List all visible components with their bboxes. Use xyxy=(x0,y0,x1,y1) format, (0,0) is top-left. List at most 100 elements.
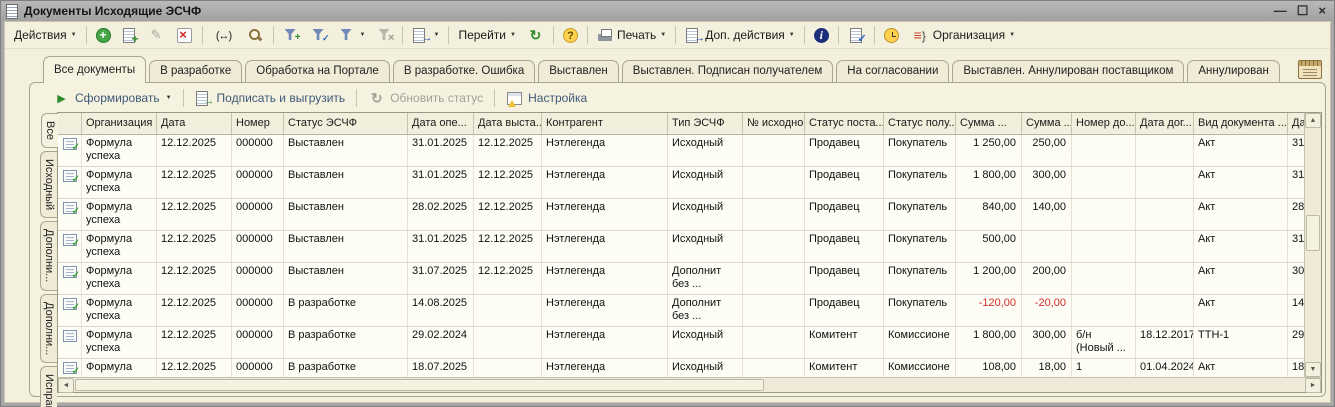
actions-button[interactable]: Действия ▼ xyxy=(9,24,82,46)
output-list-button[interactable]: ▼ xyxy=(407,24,444,46)
column-header-org[interactable]: Организация xyxy=(82,113,157,134)
document-signed-icon xyxy=(63,138,80,154)
side-tab-4[interactable]: Исправ... xyxy=(40,365,57,407)
horizontal-scroll-thumb[interactable] xyxy=(75,379,765,391)
tab-strip: Все документы В разработке Обработка на По… xyxy=(43,56,1283,83)
column-header-contragent[interactable]: Контрагент xyxy=(542,113,668,134)
cell-status_post: Продавец xyxy=(805,263,884,294)
column-header-sum1[interactable]: Сумма ... xyxy=(956,113,1022,134)
table-row-7[interactable]: Формула успеха12.12.2025000000В разработ… xyxy=(58,359,1304,377)
tab-5[interactable]: Выставлен. Подписан получателем xyxy=(621,60,834,82)
separator xyxy=(402,26,404,44)
tab-1[interactable]: В разработке xyxy=(149,60,243,82)
column-header-status_pol[interactable]: Статус полу... xyxy=(884,113,956,134)
column-header-sum2[interactable]: Сумма ... xyxy=(1022,113,1072,134)
cell-sum1: 1 200,00 xyxy=(956,263,1022,294)
scroll-up-button[interactable]: ▲ xyxy=(1305,113,1321,128)
table-row-3[interactable]: Формула успеха12.12.2025000000Выставлен3… xyxy=(58,231,1304,263)
help-button[interactable] xyxy=(558,24,583,46)
table-row-1[interactable]: Формула успеха12.12.2025000000Выставлен3… xyxy=(58,167,1304,199)
horizontal-scrollbar[interactable]: ◄ ► xyxy=(58,377,1321,393)
settings-button[interactable]: Настройка xyxy=(501,88,592,108)
column-header-date_vyst[interactable]: Дата выста... xyxy=(474,113,542,134)
scroll-right-button[interactable]: ► xyxy=(1305,378,1321,393)
delete-button[interactable] xyxy=(171,24,198,46)
cell-status_post: Комитент xyxy=(805,327,884,358)
separator xyxy=(552,26,554,44)
document-check-button[interactable] xyxy=(843,24,870,47)
scroll-left-button[interactable]: ◄ xyxy=(58,378,74,393)
side-tab-3[interactable]: Дополни... xyxy=(40,293,57,363)
separator xyxy=(356,88,358,107)
print-button[interactable]: Печать ▼ xyxy=(592,24,671,46)
column-header-da[interactable]: Да xyxy=(1288,113,1304,134)
close-button[interactable]: × xyxy=(1318,4,1326,18)
side-tab-0[interactable]: Все xyxy=(41,113,58,148)
side-tab-1[interactable]: Исходный xyxy=(40,150,57,219)
add-button[interactable] xyxy=(91,24,116,46)
set-interval-button[interactable] xyxy=(207,24,241,46)
cell-status: В разработке xyxy=(284,295,408,326)
table-row-0[interactable]: Формула успеха12.12.2025000000Выставлен3… xyxy=(58,135,1304,167)
table-row-2[interactable]: Формула успеха12.12.2025000000Выставлен2… xyxy=(58,199,1304,231)
cell-status_post: Продавец xyxy=(805,295,884,326)
tab-2[interactable]: Обработка на Портале xyxy=(245,60,390,82)
add-by-copy-button[interactable] xyxy=(117,24,142,47)
panel-content: Все Исходный Дополни... Дополни... Исправ...… xyxy=(30,112,1325,407)
document-signed-icon xyxy=(63,202,80,218)
cell-da: 29. xyxy=(1288,327,1304,358)
column-header-date_op[interactable]: Дата опе... xyxy=(408,113,474,134)
side-tab-2[interactable]: Дополни... xyxy=(40,221,57,291)
vertical-scroll-track[interactable] xyxy=(1305,128,1321,362)
table-row-6[interactable]: Формула успеха 12.12.2025 000000 В разработ… xyxy=(58,327,1304,359)
refresh-button[interactable] xyxy=(522,24,549,46)
horizontal-scroll-track[interactable] xyxy=(74,378,1305,392)
vertical-scroll-thumb[interactable] xyxy=(1306,214,1320,251)
find-by-number-button[interactable] xyxy=(242,24,269,46)
dropdown-arrow-icon: ▼ xyxy=(510,32,516,38)
cell-date_dog xyxy=(1136,263,1194,294)
cell-contragent: Нэтлегенда xyxy=(542,359,668,377)
filter-by-value-button[interactable] xyxy=(306,24,333,46)
column-header-num[interactable]: Номер xyxy=(232,113,284,134)
column-header-status_post[interactable]: Статус поста... xyxy=(805,113,884,134)
tab-4[interactable]: Выставлен xyxy=(538,60,619,82)
tab-list-button[interactable] xyxy=(1298,60,1322,79)
minimize-button[interactable]: — xyxy=(1274,4,1287,18)
tab-0[interactable]: Все документы xyxy=(43,56,147,83)
cell-da: 30. xyxy=(1288,263,1304,294)
filter-history-button[interactable]: ▼ xyxy=(334,24,371,46)
action-bar: Сформировать ▼ Подписать и выгрузить Обнови… xyxy=(30,83,1325,112)
organization-button[interactable]: Организация▼ xyxy=(905,24,1020,46)
column-header-vid[interactable]: Вид документа ... xyxy=(1194,113,1288,134)
info-button[interactable] xyxy=(809,24,834,46)
cell-status_pol: Покупатель xyxy=(884,167,956,198)
tab-3[interactable]: В разработке. Ошибка xyxy=(392,60,536,82)
tab-7[interactable]: Выставлен. Аннулирован поставщиком xyxy=(952,60,1185,82)
column-header-date[interactable]: Дата xyxy=(157,113,232,134)
scroll-down-button[interactable]: ▼ xyxy=(1305,362,1321,377)
tab-8[interactable]: Аннулирован xyxy=(1187,60,1280,82)
vertical-scrollbar[interactable]: ▲ ▼ xyxy=(1304,113,1321,377)
cell-date_vyst: 12.12.2025 xyxy=(474,167,542,198)
tab-6[interactable]: На согласовании xyxy=(836,60,950,82)
filter-settings-button[interactable] xyxy=(278,24,305,46)
sign-and-upload-button[interactable]: Подписать и выгрузить xyxy=(190,88,351,109)
table-row-4[interactable]: Формула успеха12.12.2025000000Выставлен3… xyxy=(58,263,1304,295)
document-signed-icon xyxy=(63,170,80,186)
column-header-icon[interactable] xyxy=(58,113,82,134)
generate-button[interactable]: Сформировать ▼ xyxy=(48,88,177,108)
maximize-button[interactable]: ☐ xyxy=(1297,4,1309,18)
dropdown-arrow-icon: ▼ xyxy=(70,32,77,38)
button-label: Доп. действия xyxy=(705,28,785,42)
table-row-5[interactable]: Формула успеха12.12.2025000000В разработ… xyxy=(58,295,1304,327)
table-header-row: Организация Дата Номер Статус ЭСЧФ Дата опе.… xyxy=(58,113,1304,135)
column-header-num_isx[interactable]: № исходного... xyxy=(743,113,805,134)
column-header-num_doc[interactable]: Номер до... xyxy=(1072,113,1136,134)
goto-button[interactable]: Перейти ▼ xyxy=(453,24,521,46)
history-button[interactable] xyxy=(879,24,904,46)
column-header-status[interactable]: Статус ЭСЧФ xyxy=(284,113,408,134)
column-header-date_dog[interactable]: Дата дог... xyxy=(1136,113,1194,134)
column-header-type[interactable]: Тип ЭСЧФ xyxy=(668,113,743,134)
extra-actions-button[interactable]: Доп. действия▼ xyxy=(680,24,800,46)
